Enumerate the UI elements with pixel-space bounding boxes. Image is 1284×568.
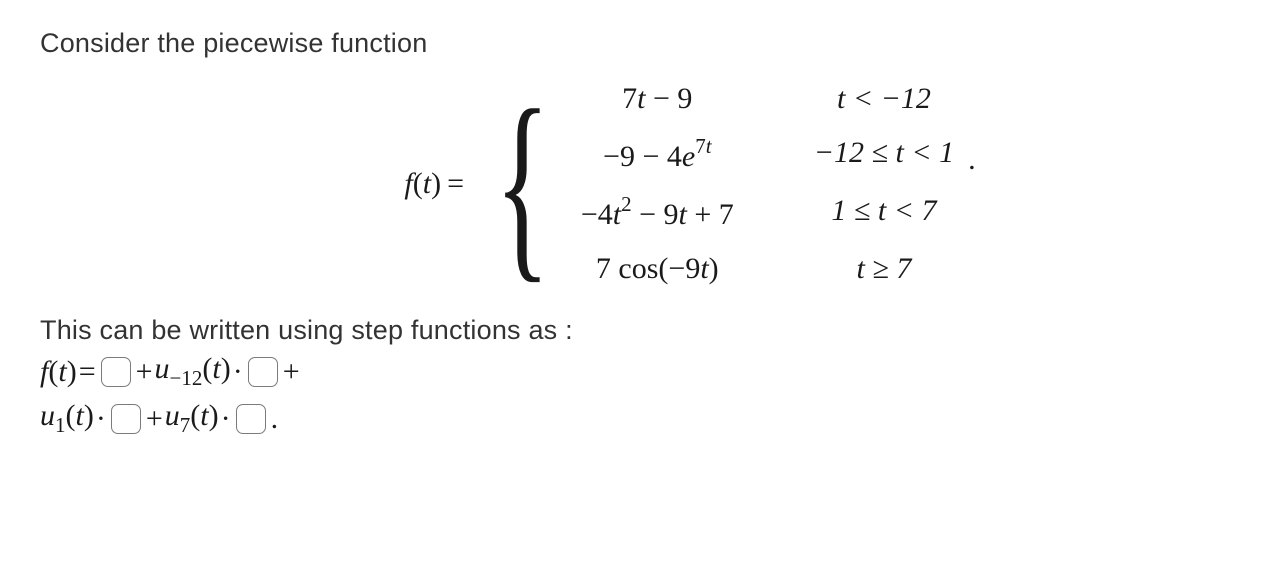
t: 7 — [695, 134, 706, 158]
t: t — [700, 252, 708, 285]
ans-t4: t — [200, 399, 208, 432]
equals-sign: = — [447, 169, 464, 199]
piece-4-cond: t ≥ 7 — [814, 254, 954, 284]
t: ) — [709, 252, 719, 285]
piece-2-cond: −12 ≤ t < 1 — [814, 138, 954, 172]
ans-dot3: · — [221, 402, 231, 436]
t: t — [706, 134, 712, 158]
eq-trailing-period-wrap: . — [956, 145, 976, 223]
t: t — [613, 198, 621, 231]
piecewise-equation: f(t) = { 7t − 9 t < −12 −9 − 4e7t −12 ≤ … — [40, 79, 1260, 289]
piece-4-expr: 7 cos(−9t) — [581, 254, 734, 284]
ans-sub-1: 1 — [55, 413, 66, 437]
ans-close: ) — [67, 355, 77, 388]
func-name: f — [404, 167, 412, 200]
func-arg: t — [423, 167, 431, 200]
ans-dot2: · — [96, 402, 106, 436]
blank-input-1[interactable] — [101, 357, 131, 387]
ans-open4: ( — [190, 399, 200, 432]
piece-1-cond: t < −12 — [814, 84, 954, 114]
ans-u3: u — [165, 399, 180, 432]
t: 2 — [621, 192, 632, 216]
prompt-text: Consider the piecewise function — [40, 28, 1260, 59]
ans-t2: t — [212, 352, 220, 385]
answer-row-2: u1(t) · + u7(t) · . — [40, 399, 1260, 438]
ans-open3: ( — [66, 399, 76, 432]
ans-dot1: · — [233, 355, 243, 389]
ans-close4: ) — [209, 399, 219, 432]
answer-row-1: f(t) = + u−12(t) · + — [40, 352, 1260, 391]
ans-u2: u — [40, 399, 55, 432]
ans-u1: u — [155, 352, 170, 385]
blank-input-4[interactable] — [236, 404, 266, 434]
blank-input-3[interactable] — [111, 404, 141, 434]
t: −4 — [581, 198, 613, 231]
ans-t3: t — [76, 399, 84, 432]
blank-input-2[interactable] — [248, 357, 278, 387]
t: e — [682, 140, 695, 173]
piece-1-expr: 7t − 9 — [581, 84, 734, 114]
ans-plus-trail: + — [283, 355, 300, 389]
ans-sub-7: 7 — [180, 413, 191, 437]
final-period: . — [271, 402, 279, 436]
ans-close2: ) — [221, 352, 231, 385]
t: 7 cos(−9 — [596, 252, 700, 285]
t: − 9 — [646, 82, 693, 115]
t: t — [679, 198, 687, 231]
t: + 7 — [687, 198, 734, 231]
t: 7 — [622, 82, 637, 115]
t: − 9 — [632, 198, 679, 231]
left-brace: { — [495, 79, 550, 289]
piece-2-expr: −9 − 4e7t — [581, 138, 734, 172]
piece-3-cond: 1 ≤ t < 7 — [814, 196, 954, 230]
ans-sub-neg12: −12 — [170, 366, 203, 390]
ans-open: ( — [48, 355, 58, 388]
t: t — [637, 82, 645, 115]
lhs: f(t) = — [404, 169, 464, 199]
follow-text: This can be written using step functions… — [40, 315, 1260, 346]
piece-3-expr: −4t2 − 9t + 7 — [581, 196, 734, 230]
ans-close3: ) — [84, 399, 94, 432]
ans-open2: ( — [202, 352, 212, 385]
ans-plus1: + — [136, 355, 153, 389]
cases-grid: 7t − 9 t < −12 −9 − 4e7t −12 ≤ t < 1 −4t… — [581, 84, 954, 284]
ans-eq: = — [79, 355, 96, 389]
eq-trailing-period: . — [956, 145, 976, 223]
t: −9 − 4 — [603, 140, 682, 173]
ans-t: t — [58, 355, 66, 388]
